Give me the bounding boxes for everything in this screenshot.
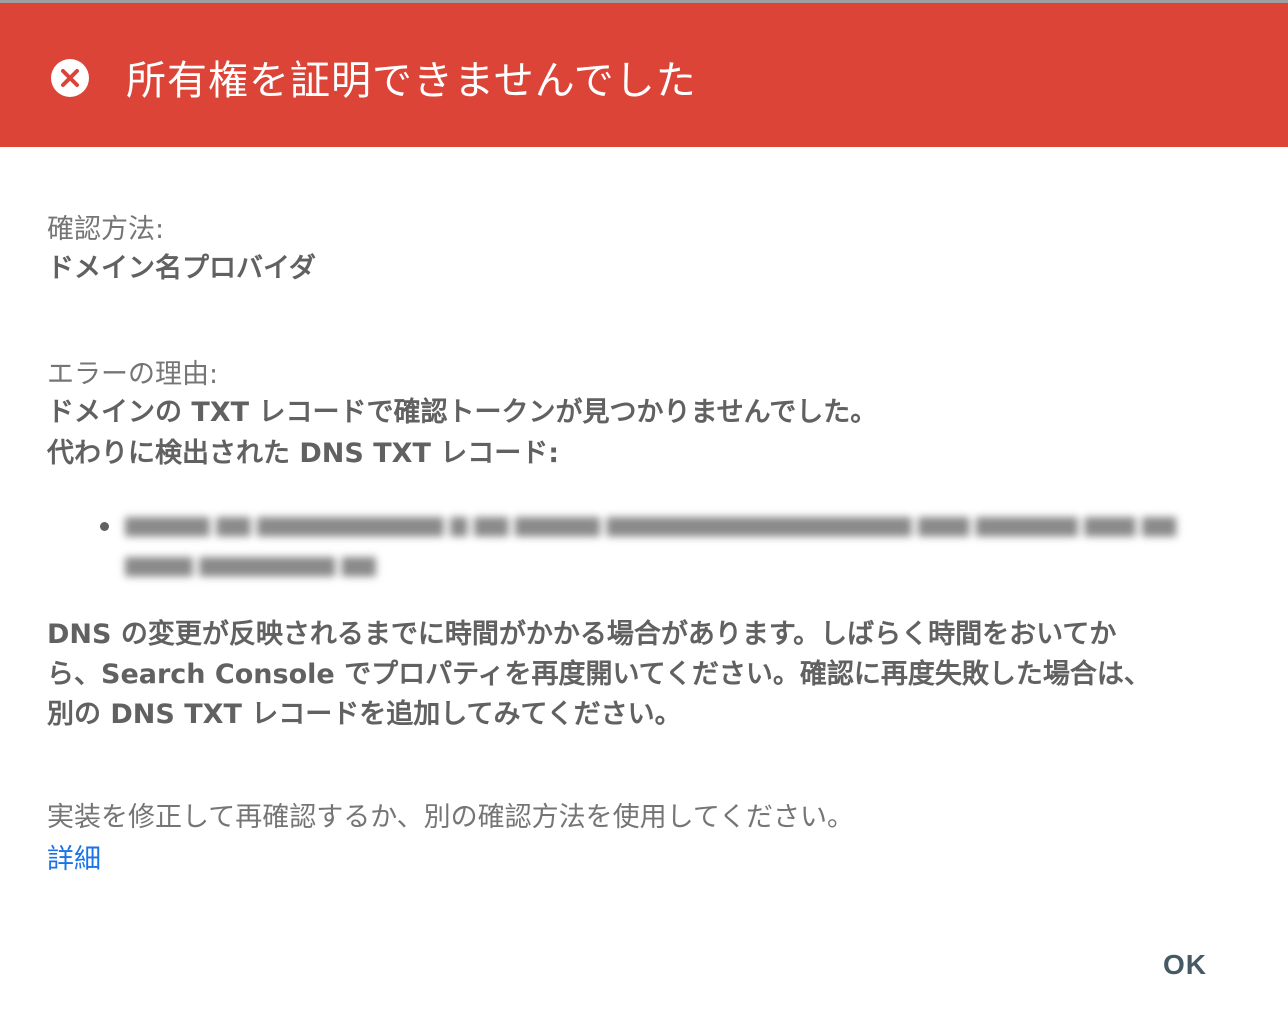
redacted-txt-record-line-1: ▆▆▆▆▆ ▆▆ ▆▆▆▆▆▆▆▆▆▆▆ ▆ ▆▆ ▆▆▆▆▆ ▆▆▆▆▆▆▆▆… [125, 512, 1177, 537]
dialog-title: 所有権を証明できませんでした [126, 58, 697, 104]
dialog-header: 所有権を証明できませんでした [0, 0, 1288, 147]
error-reason-line-1: ドメインの TXT レコードで確認トークンが見つかりませんでした。 [47, 397, 878, 428]
action-text: 実装を修正して再確認するか、別の確認方法を使用してください。 [47, 802, 855, 833]
details-link[interactable]: 詳細 [47, 842, 101, 878]
note-line-3: 別の DNS TXT レコードを追加してみてください。 [47, 699, 682, 730]
method-label: 確認方法: [47, 214, 165, 245]
error-reason-label: エラーの理由: [47, 359, 219, 390]
note-line-2: ら、Search Console でプロパティを再度開いてください。確認に再度失… [47, 659, 1151, 690]
redacted-txt-record-line-2: ▆▆▆▆ ▆▆▆▆▆▆▆▆ ▆▆ [125, 552, 376, 577]
propagation-note: DNS の変更が反映されるまでに時間がかかる場合があります。しばらく時間をおいて… [47, 615, 1151, 735]
method-value: ドメイン名プロバイダ [47, 253, 316, 284]
verification-failed-dialog: 所有権を証明できませんでした 確認方法: ドメイン名プロバイダ エラーの理由: … [0, 0, 1288, 1026]
error-circle-icon [51, 59, 89, 97]
list-bullet [100, 522, 109, 531]
error-reason-line-2: 代わりに検出された DNS TXT レコード: [47, 438, 560, 469]
note-line-1: DNS の変更が反映されるまでに時間がかかる場合があります。しばらく時間をおいて… [47, 619, 1117, 650]
ok-button[interactable]: OK [1150, 940, 1220, 990]
